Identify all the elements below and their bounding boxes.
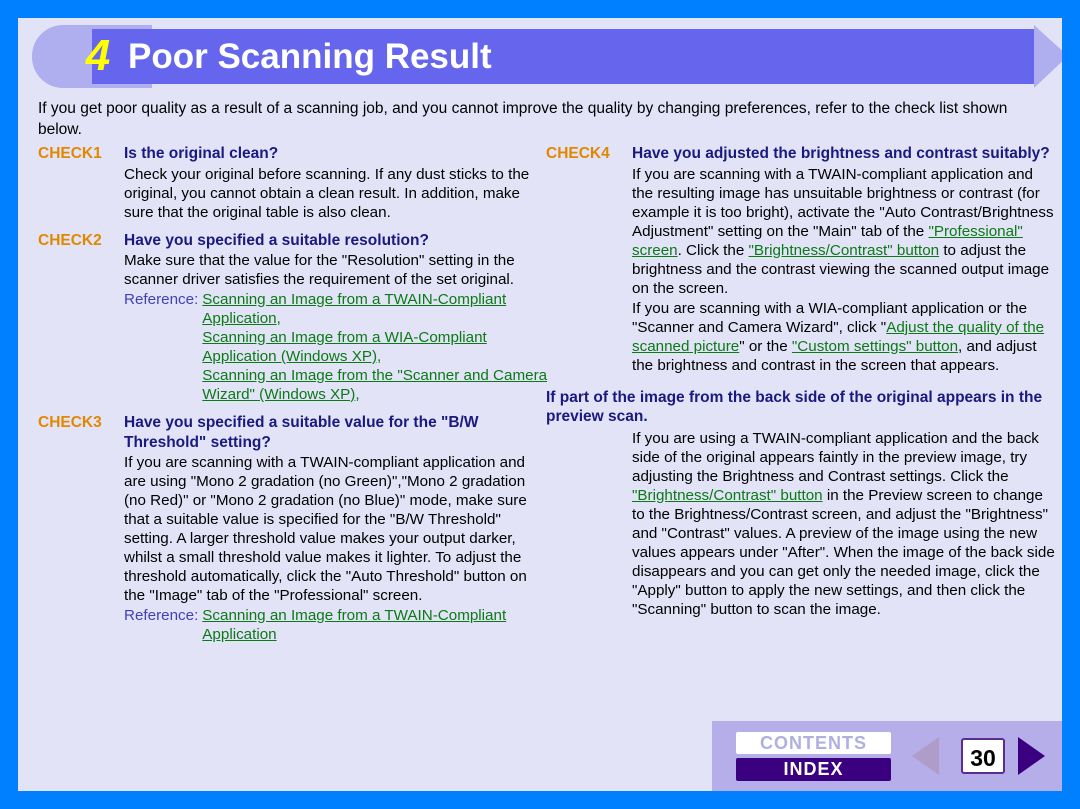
page-header-banner: 4 Poor Scanning Result [32, 25, 1062, 88]
previous-page-arrow-icon[interactable] [912, 737, 939, 775]
reference-link[interactable]: Scanning an Image from a TWAIN-Compliant… [202, 607, 506, 643]
nav-buttons-group: CONTENTS INDEX [736, 732, 891, 781]
check4-p2-text-b: " or the [739, 337, 792, 355]
check4-title: Have you adjusted the brightness and con… [632, 145, 1050, 162]
check2-label: CHECK2 [38, 231, 102, 249]
backside-text-a: If you are using a TWAIN-compliant appli… [632, 429, 1039, 485]
check3-label: CHECK3 [38, 414, 102, 431]
brightness-contrast-button-link[interactable]: "Brightness/Contrast" button [749, 242, 940, 259]
reference-label: Reference: [124, 607, 199, 624]
page-title: Poor Scanning Result [128, 37, 492, 76]
intro-paragraph: If you get poor quality as a result of a… [38, 100, 1008, 138]
check1-title: Is the original clean? [124, 145, 279, 162]
reference-link[interactable]: Scanning an Image from a TWAIN-Compliant… [202, 291, 506, 327]
check4-heading: CHECK4 Have you adjusted the brightness … [546, 144, 1056, 164]
check2-reference: Reference: Scanning an Image from a TWAI… [124, 290, 548, 404]
next-page-arrow-icon[interactable] [1018, 737, 1045, 775]
check1-body: Check your original before scanning. If … [124, 165, 530, 221]
check-block-3: CHECK3 Have you specified a suitable val… [38, 413, 548, 644]
check-block-1: CHECK1 Is the original clean? Check your… [38, 144, 548, 222]
banner-arrow-tip-icon [1034, 25, 1062, 88]
check-block-4: CHECK4 Have you adjusted the brightness … [546, 144, 1056, 375]
page-number-box: 30 [961, 738, 1005, 774]
index-button[interactable]: INDEX [736, 758, 891, 781]
check2-reference-links: Scanning an Image from a TWAIN-Compliant… [202, 291, 548, 403]
left-column: CHECK1 Is the original clean? Check your… [38, 144, 548, 653]
check2-body: Make sure that the value for the "Resolu… [124, 252, 515, 288]
check4-body-paragraph-1: If you are scanning with a TWAIN-complia… [632, 165, 1056, 298]
check3-title: Have you specified a suitable value for … [124, 414, 479, 451]
check2-heading: CHECK2 Have you specified a suitable res… [38, 231, 548, 251]
custom-settings-button-link[interactable]: "Custom settings" button [792, 338, 958, 355]
check3-reference-links: Scanning an Image from a TWAIN-Compliant… [202, 606, 548, 644]
brightness-contrast-button-link[interactable]: "Brightness/Contrast" button [632, 487, 823, 504]
check4-p1-text-b: . Click the [677, 241, 749, 259]
reference-link[interactable]: Scanning an Image from a WIA-Compliant A… [202, 329, 486, 365]
page-content: 4 Poor Scanning Result If you get poor q… [18, 18, 1062, 791]
backside-section-title: If part of the image from the back side … [546, 388, 1043, 426]
check3-reference: Reference: Scanning an Image from a TWAI… [124, 606, 548, 644]
backside-section-body: If you are using a TWAIN-compliant appli… [632, 429, 1056, 619]
check4-label: CHECK4 [546, 145, 610, 162]
section-number: 4 [85, 31, 111, 80]
reference-label: Reference: [124, 291, 199, 308]
right-column: CHECK4 Have you adjusted the brightness … [546, 144, 1056, 628]
backside-section: If part of the image from the back side … [546, 388, 1056, 619]
check-block-2: CHECK2 Have you specified a suitable res… [38, 231, 548, 405]
check2-title: Have you specified a suitable resolution… [124, 231, 429, 249]
check3-body: If you are scanning with a TWAIN-complia… [124, 454, 527, 604]
check4-body-paragraph-2: If you are scanning with a WIA-compliant… [632, 299, 1056, 375]
contents-button[interactable]: CONTENTS [736, 732, 891, 754]
check3-heading: CHECK3 Have you specified a suitable val… [38, 413, 548, 452]
backside-text-b: in the Preview screen to change to the B… [632, 486, 1055, 618]
check1-label: CHECK1 [38, 145, 102, 162]
check1-heading: CHECK1 Is the original clean? [38, 144, 548, 164]
reference-link[interactable]: Scanning an Image from the "Scanner and … [202, 367, 547, 403]
bottom-navigation-bar: CONTENTS INDEX 30 [712, 721, 1062, 791]
